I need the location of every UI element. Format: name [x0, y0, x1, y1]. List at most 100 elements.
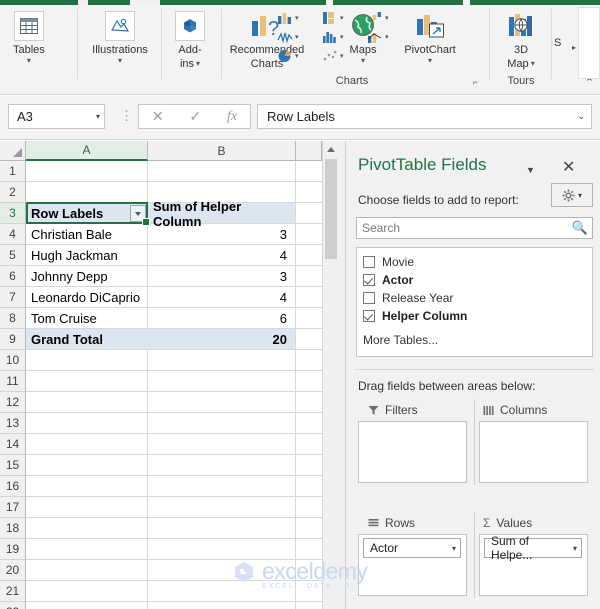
sparklines-label: S — [554, 37, 562, 49]
field-list[interactable]: Movie Actor Release Year Helper Column M… — [356, 247, 593, 357]
sigma-icon: Σ — [483, 516, 491, 530]
chevron-down-icon[interactable]: ▾ — [27, 57, 31, 65]
chevron-down-icon[interactable]: ▾ — [531, 60, 535, 68]
chevron-down-icon[interactable]: ⌄ — [577, 111, 585, 122]
row-header[interactable]: 16 — [0, 476, 26, 497]
vertical-scrollbar[interactable] — [322, 141, 338, 609]
checkbox[interactable] — [363, 274, 375, 286]
pivot-row-label: Hugh Jackman — [31, 248, 118, 263]
field-item-helper-column[interactable]: Helper Column — [363, 307, 592, 325]
chevron-down-icon[interactable]: ▾ — [578, 191, 582, 200]
pie-chart-button[interactable]: ▾ — [277, 49, 299, 63]
line-chart-button[interactable]: ▾ — [277, 30, 299, 44]
watermark-subtext: EXCEL · DATA · BI — [262, 583, 355, 590]
row-header[interactable]: 2 — [0, 182, 26, 203]
row-header[interactable]: 10 — [0, 350, 26, 371]
row-header[interactable]: 8 — [0, 308, 26, 329]
row-header[interactable]: 12 — [0, 392, 26, 413]
row-header[interactable]: 20 — [0, 560, 26, 581]
watermark-text: exceldemy — [262, 558, 368, 584]
chevron-down-icon[interactable]: ▾ — [118, 57, 122, 65]
formula-value: Row Labels — [267, 109, 335, 124]
pivotchart-button[interactable]: PivotChart ▾ — [387, 9, 473, 65]
pivot-row-value: 4 — [279, 248, 287, 263]
tables-button[interactable]: Tables ▾ — [13, 9, 45, 65]
confirm-check-icon[interactable]: ✓ — [189, 108, 201, 125]
pivot-row-value: 3 — [279, 227, 287, 242]
chevron-down-icon[interactable]: ▾ — [96, 112, 100, 121]
columns-icon — [483, 405, 494, 415]
recommended-charts-button[interactable]: ? Recommended Charts — [192, 9, 342, 71]
row-header[interactable]: 13 — [0, 413, 26, 434]
panel-close-icon[interactable]: ✕ — [562, 157, 575, 177]
worksheet-grid[interactable]: A B 1 2 3 4 5 6 7 8 9 10 11 12 13 14 15 … — [0, 141, 345, 609]
chevron-down-icon[interactable]: ▾ — [428, 57, 432, 65]
column-header-a[interactable]: A — [26, 141, 148, 161]
sparklines-button[interactable]: S — [554, 9, 561, 50]
cancel-x-icon[interactable]: ✕ — [152, 108, 164, 125]
row-header[interactable]: 3 — [0, 203, 26, 224]
formula-bar-grip[interactable]: ⋮ — [120, 108, 133, 124]
chevron-down-icon[interactable]: ▾ — [573, 544, 577, 553]
select-all-corner[interactable] — [0, 141, 26, 161]
gridline — [26, 517, 322, 518]
column-header-c[interactable] — [296, 141, 322, 161]
row-header[interactable]: 14 — [0, 434, 26, 455]
field-label: Release Year — [382, 291, 454, 305]
insert-function-icon[interactable]: fx — [227, 109, 237, 125]
rows-icon — [368, 518, 379, 526]
row-header[interactable]: 19 — [0, 539, 26, 560]
row-header[interactable]: 18 — [0, 518, 26, 539]
filter-dropdown-icon[interactable] — [130, 205, 146, 222]
row-header[interactable]: 6 — [0, 266, 26, 287]
row-header[interactable]: 1 — [0, 161, 26, 182]
illustrations-button[interactable]: Illustrations ▾ — [78, 9, 162, 65]
search-magnifier-icon[interactable]: 🔍 — [572, 220, 588, 236]
field-item-movie[interactable]: Movie — [363, 253, 592, 271]
checkbox[interactable] — [363, 292, 375, 304]
checkbox[interactable] — [363, 310, 375, 322]
area-name: Filters — [385, 403, 418, 417]
field-list-options-button[interactable]: ▾ — [551, 183, 593, 207]
row-header[interactable]: 21 — [0, 581, 26, 602]
row-header[interactable]: 22 — [0, 602, 26, 609]
rows-field-pill-actor[interactable]: Actor ▾ — [363, 538, 461, 558]
values-field-pill-sum[interactable]: Sum of Helpe... ▾ — [484, 534, 582, 562]
pivotchart-icon — [415, 9, 445, 43]
gear-icon — [562, 189, 575, 201]
more-tables-link[interactable]: More Tables... — [363, 333, 592, 347]
3d-map-button[interactable]: 3D Map ▾ — [498, 9, 544, 71]
column-chart-button[interactable]: ▾ — [277, 11, 299, 25]
row-header[interactable]: 11 — [0, 371, 26, 392]
column-header-b[interactable]: B — [148, 141, 296, 161]
row-header[interactable]: 15 — [0, 455, 26, 476]
panel-menu-chevron-icon[interactable]: ▼ — [526, 165, 535, 175]
field-label: Movie — [382, 255, 415, 269]
columns-drop-area[interactable] — [479, 421, 588, 483]
3d-map-label-2: Map — [507, 58, 529, 70]
field-item-actor[interactable]: Actor — [363, 271, 592, 289]
row-header[interactable]: 5 — [0, 245, 26, 266]
formula-input[interactable]: Row Labels ⌄ — [257, 104, 592, 129]
row-header[interactable]: 7 — [0, 287, 26, 308]
grid-right-gutter — [338, 141, 345, 609]
filters-drop-area[interactable] — [358, 421, 467, 483]
name-box[interactable]: A3 ▾ — [8, 104, 105, 129]
watermark: exceldemy EXCEL · DATA · BI — [232, 558, 368, 590]
chevron-down-icon[interactable]: ▾ — [452, 544, 456, 553]
chevron-right-icon[interactable]: ▸ — [572, 43, 576, 52]
scroll-up-arrow-icon[interactable] — [323, 141, 339, 158]
gridline — [26, 538, 322, 539]
field-item-release-year[interactable]: Release Year — [363, 289, 592, 307]
search-input[interactable]: Search 🔍 — [356, 217, 593, 239]
row-header[interactable]: 4 — [0, 224, 26, 245]
chevron-down-icon[interactable]: ▾ — [361, 57, 365, 65]
checkbox[interactable] — [363, 256, 375, 268]
maps-button[interactable]: Maps ▾ — [332, 9, 394, 65]
pivot-header-sum: Sum of Helper Column — [153, 198, 242, 229]
row-header[interactable]: 17 — [0, 497, 26, 518]
dialog-launcher-icon[interactable]: ⌐ — [473, 77, 478, 87]
pill-label: Actor — [370, 541, 399, 555]
row-header[interactable]: 9 — [0, 329, 26, 350]
scrollbar-thumb[interactable] — [325, 159, 337, 259]
